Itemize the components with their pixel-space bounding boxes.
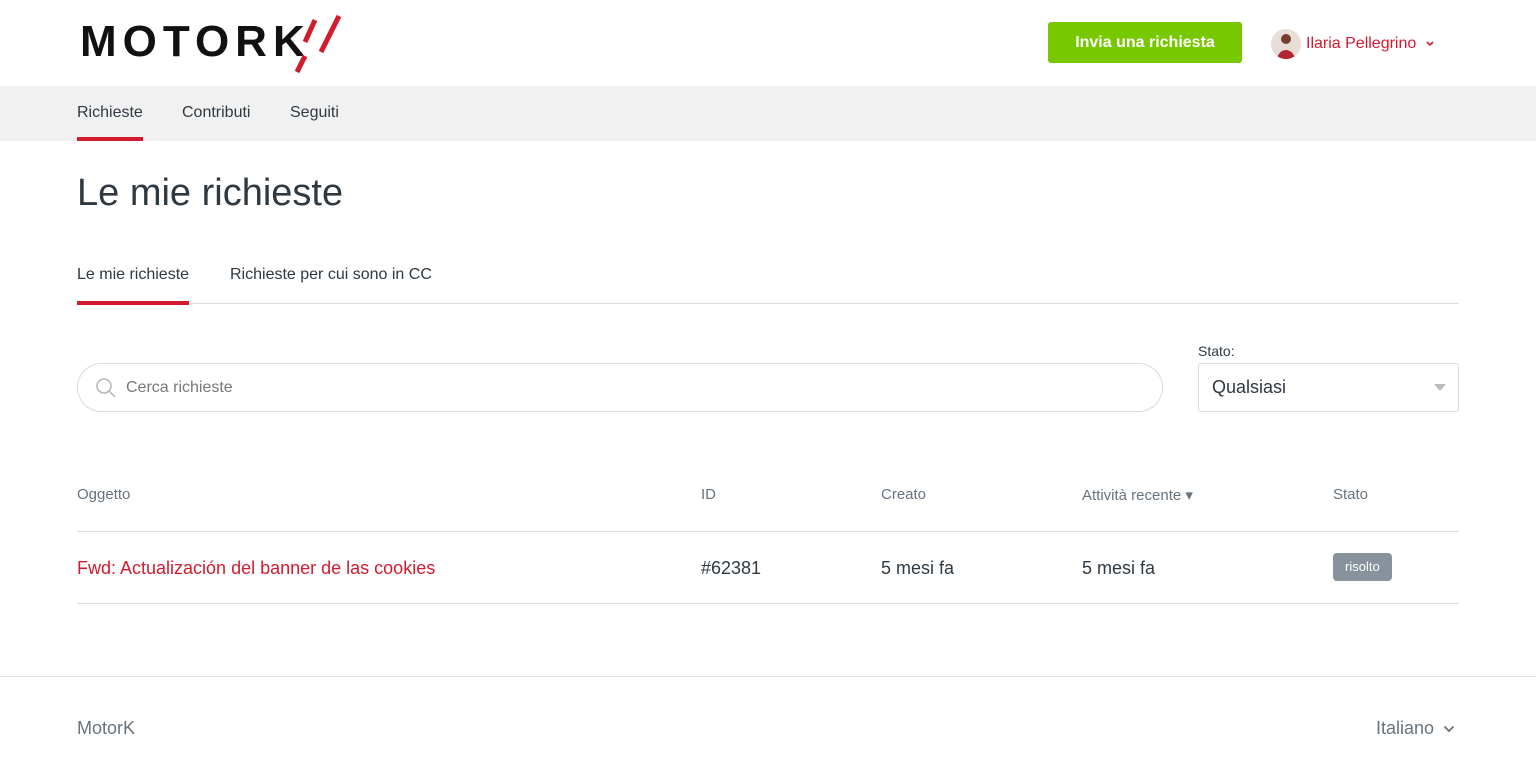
status-badge: risolto <box>1333 553 1392 581</box>
search-input[interactable] <box>126 364 1146 411</box>
search-icon <box>96 378 116 398</box>
status-select-value: Qualsiasi <box>1212 377 1287 397</box>
column-recent-activity[interactable]: Attività recente ▾ <box>1082 486 1193 504</box>
request-subject-link[interactable]: Fwd: Actualización del banner de las coo… <box>77 558 435 578</box>
site-header: MOTORK Invia una richiesta Ilaria Pelleg… <box>0 0 1536 86</box>
chevron-down-icon <box>1443 725 1455 732</box>
caret-down-icon <box>1434 384 1446 391</box>
nav-item-seguiti[interactable]: Seguiti <box>290 86 339 141</box>
requests-table: Oggetto ID Creato Attività recente ▾ Sta… <box>77 470 1459 604</box>
motork-logo[interactable]: MOTORK <box>80 14 350 76</box>
user-avatar-icon <box>1271 29 1301 59</box>
footer-brand: MotorK <box>77 718 136 738</box>
request-created: 5 mesi fa <box>881 558 955 578</box>
column-created: Creato <box>881 486 927 503</box>
status-select[interactable]: Qualsiasi <box>1198 363 1459 412</box>
request-tabs: Le mie richieste Richieste per cui sono … <box>77 254 1459 305</box>
request-id: #62381 <box>701 558 762 578</box>
language-label: Italiano <box>1376 718 1435 738</box>
nav-item-contributi[interactable]: Contributi <box>182 86 250 141</box>
submit-request-button[interactable]: Invia una richiesta <box>1048 22 1242 63</box>
column-id: ID <box>701 486 716 503</box>
tab-cc-requests[interactable]: Richieste per cui sono in CC <box>230 254 432 304</box>
avatar <box>1271 29 1301 59</box>
site-footer: MotorK Italiano <box>0 676 1536 778</box>
main-nav: Richieste Contributi Seguiti <box>0 86 1536 141</box>
language-selector[interactable]: Italiano <box>1376 718 1455 739</box>
status-filter-label: Stato: <box>1198 343 1235 359</box>
tab-my-requests[interactable]: Le mie richieste <box>77 254 190 305</box>
nav-item-richieste[interactable]: Richieste <box>77 86 143 141</box>
user-name: Ilaria Pellegrino <box>1306 35 1417 52</box>
page-title: Le mie richieste <box>77 172 344 214</box>
logo-slashes-icon <box>294 14 342 74</box>
table-header: Oggetto ID Creato Attività recente ▾ Sta… <box>77 470 1459 532</box>
user-menu[interactable]: Ilaria Pellegrino <box>1271 28 1435 60</box>
chevron-down-icon <box>1426 41 1434 47</box>
column-subject: Oggetto <box>77 486 131 503</box>
column-status: Stato <box>1333 486 1369 503</box>
search-box <box>77 363 1163 412</box>
table-row: Fwd: Actualización del banner de las coo… <box>77 532 1459 604</box>
request-recent-activity: 5 mesi fa <box>1082 558 1156 578</box>
